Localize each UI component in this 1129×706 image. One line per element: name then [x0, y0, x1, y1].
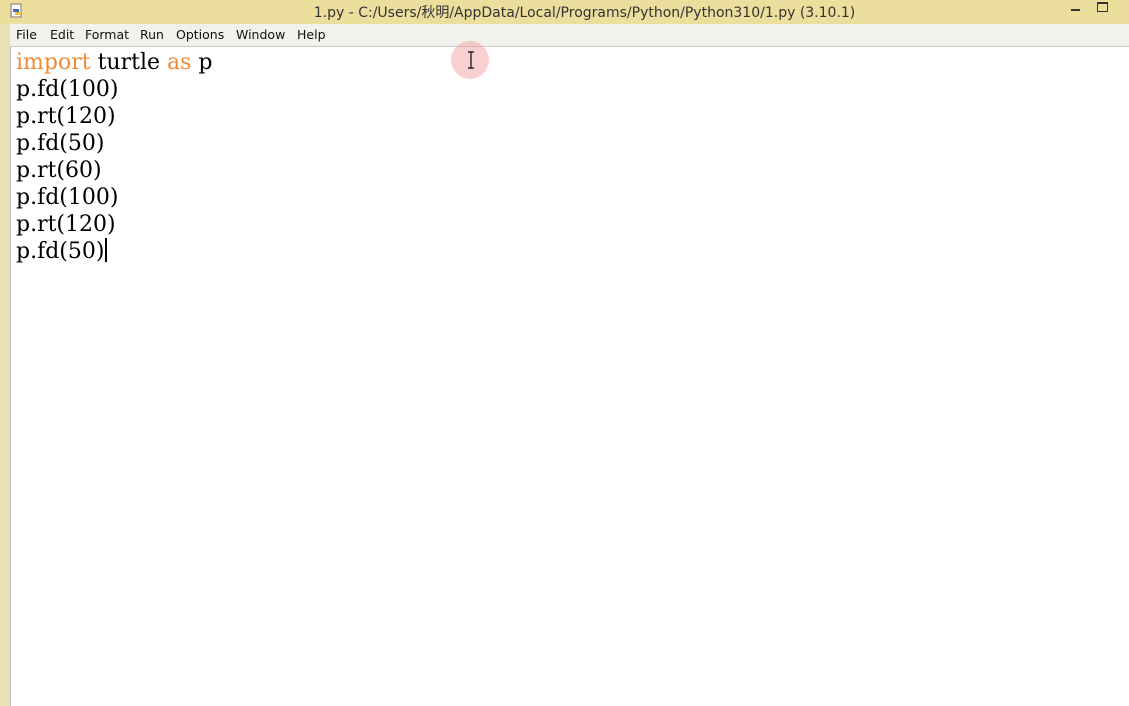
code-line[interactable]: p.fd(50) [16, 238, 213, 265]
menu-edit[interactable]: Edit [50, 27, 74, 42]
code-token: p.rt(60) [16, 158, 102, 183]
code-line[interactable]: p.rt(120) [16, 103, 213, 130]
maximize-icon [1097, 2, 1108, 12]
title-bar[interactable]: 1.py - C:/Users/秋明/AppData/Local/Program… [0, 0, 1129, 24]
code-token: turtle [90, 50, 168, 75]
minimize-button[interactable] [1062, 0, 1092, 18]
code-token: p.fd(50) [16, 131, 105, 156]
menu-options[interactable]: Options [176, 27, 224, 42]
maximize-button[interactable] [1092, 0, 1122, 18]
menu-run[interactable]: Run [140, 27, 164, 42]
code-line[interactable]: import turtle as p [16, 49, 213, 76]
code-token: p.fd(100) [16, 185, 119, 210]
menu-format[interactable]: Format [85, 27, 129, 42]
code-line[interactable]: p.fd(50) [16, 130, 213, 157]
menu-window[interactable]: Window [236, 27, 285, 42]
code-line[interactable]: p.rt(60) [16, 157, 213, 184]
code-editor[interactable]: import turtle as p p.fd(100) p.rt(120) p.fd… [10, 47, 1129, 706]
ibeam-cursor-icon [468, 51, 474, 69]
code-token: p.fd(100) [16, 77, 119, 102]
menu-bar: File Edit Format Run Options Window Help [10, 24, 1129, 47]
menu-help[interactable]: Help [297, 27, 326, 42]
menu-file[interactable]: File [16, 27, 37, 42]
code-line[interactable]: p.rt(120) [16, 211, 213, 238]
keyword-token: as [167, 50, 192, 75]
code-token: p.rt(120) [16, 212, 116, 237]
code-text[interactable]: import turtle as p p.fd(100) p.rt(120) p.fd… [16, 49, 213, 265]
code-token: p.rt(120) [16, 104, 116, 129]
minimize-icon [1071, 9, 1080, 11]
keyword-token: import [16, 50, 91, 75]
text-caret [105, 238, 108, 262]
window-title: 1.py - C:/Users/秋明/AppData/Local/Program… [313, 5, 856, 21]
idle-editor-window: 1.py - C:/Users/秋明/AppData/Local/Program… [0, 0, 1129, 706]
code-line[interactable]: p.fd(100) [16, 184, 213, 211]
code-token: p.fd(50) [16, 239, 105, 264]
code-token: p [191, 50, 213, 75]
code-line[interactable]: p.fd(100) [16, 76, 213, 103]
